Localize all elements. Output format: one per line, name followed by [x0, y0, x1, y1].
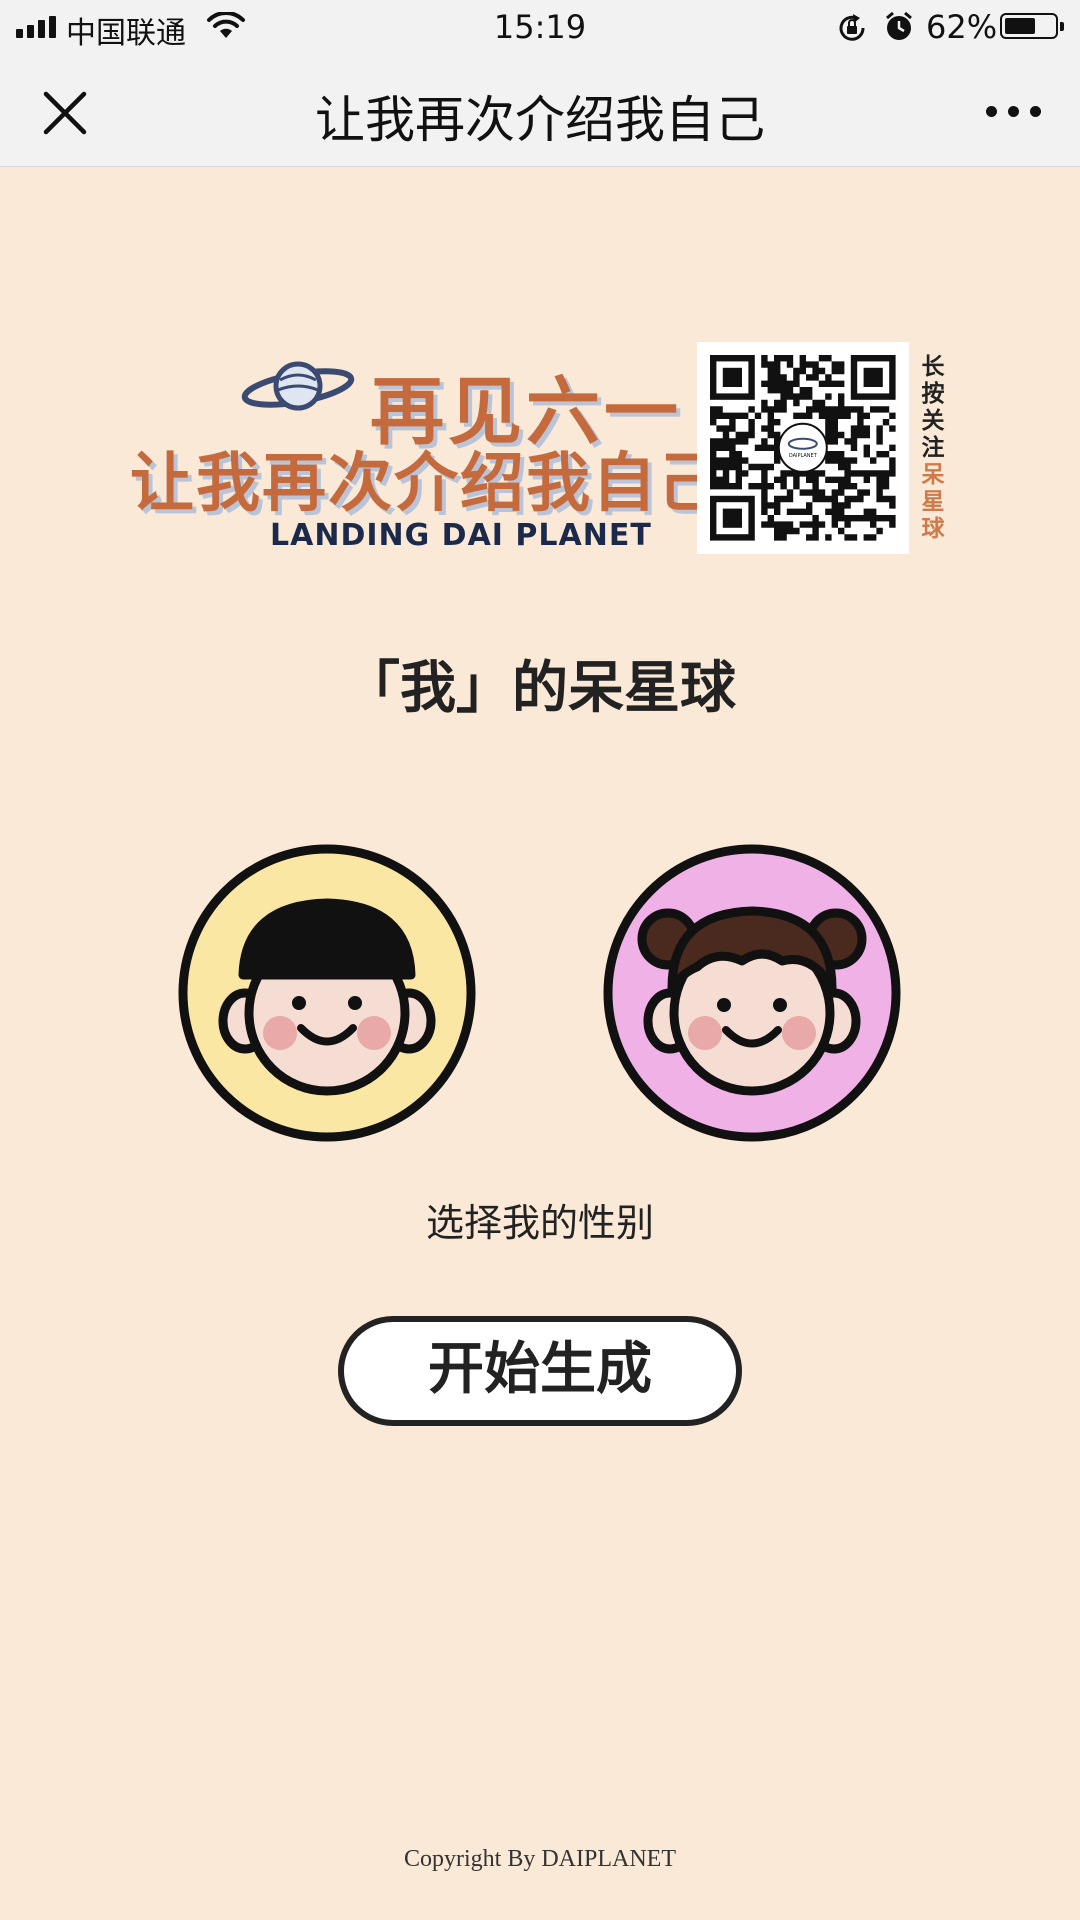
section-heading: 「我」的呆星球 [344, 656, 736, 721]
banner-subtitle: LANDING DAI PLANET [270, 518, 652, 553]
planet-logo-icon [241, 361, 355, 411]
qr-caption: 长按关注 呆星球 [918, 354, 948, 543]
qr-caption-brand: 呆星球 [921, 462, 945, 542]
nav-bar: 让我再次介绍我自己 [0, 58, 1080, 167]
alarm-icon [886, 11, 912, 40]
start-button[interactable]: 开始生成 [338, 1316, 742, 1426]
banner-title: 让我再次介绍我自己 [130, 447, 724, 521]
clock: 15:19 [493, 8, 587, 46]
qr-code-image: DAIPLANET [710, 355, 896, 541]
banner: 再见六一 让我再次介绍我自己 LANDING DAI PLANET DAIPLA… [130, 342, 950, 557]
rotation-lock-icon [839, 14, 865, 41]
more-icon[interactable] [986, 106, 1041, 117]
battery-percent: 62% [926, 8, 998, 46]
copyright-text: Copyright By DAIPLANET [404, 1846, 676, 1872]
status-bar: 中国联通 15:19 62% [0, 0, 1080, 58]
qr-code[interactable]: DAIPLANET [697, 342, 909, 554]
boy-avatar-button[interactable] [177, 843, 477, 1143]
battery-icon [1000, 13, 1064, 39]
page-title: 让我再次介绍我自己 [315, 91, 765, 149]
qr-logo-text: DAIPLANET [789, 453, 818, 459]
gender-label: 选择我的性别 [425, 1201, 654, 1245]
girl-avatar-button[interactable] [602, 843, 902, 1143]
qr-caption-follow: 长按关注 [921, 354, 945, 461]
